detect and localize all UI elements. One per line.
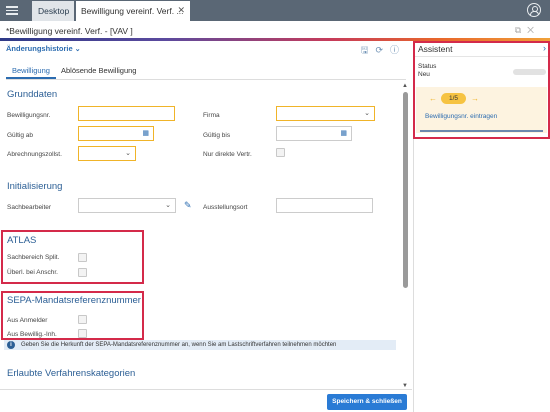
main-panel: Änderungshistorie ⌄ 🖫⟳ⓘ Bewilligung Ablös… [0, 41, 412, 412]
info-text: Geben Sie die Herkunft der SEPA-Mandatsr… [21, 341, 337, 348]
label-sachbearbeiter: Sachbearbeiter [7, 204, 52, 211]
aus-bewillig-checkbox[interactable] [78, 329, 87, 338]
label-ausstellungsort: Ausstellungsort [203, 204, 248, 211]
chevron-down-icon: ⌄ [125, 150, 131, 157]
user-account-icon[interactable] [527, 3, 541, 17]
edit-pencil-icon[interactable]: ✎ [184, 200, 192, 211]
aus-anmelder-checkbox[interactable] [78, 315, 87, 324]
firma-select[interactable]: ⌄ [276, 106, 375, 121]
label-gueltig-ab: Gültig ab [7, 132, 34, 139]
tab-label: Desktop [38, 6, 70, 16]
info-bar: i Geben Sie die Herkunft der SEPA-Mandat… [4, 340, 396, 350]
label-bewilligungsnr: Bewilligungsnr. [7, 112, 51, 119]
tab-bewilligung[interactable]: Bewilligung vereinf. Verf. ... ✕ [76, 1, 190, 21]
bewilligungsnr-input[interactable] [78, 106, 175, 121]
label-sachbereich: Sachbereich Split. [7, 254, 60, 261]
tab-divider [6, 79, 406, 80]
label-firma: Firma [203, 112, 220, 119]
history-label: Änderungshistorie [6, 44, 73, 53]
save-and-close-button[interactable]: Speichern & schließen [327, 394, 407, 410]
section-atlas: ATLAS [7, 235, 37, 246]
tab-label: Bewilligung vereinf. Verf. ... [81, 6, 184, 16]
toolbar-icons: 🖫⟳ⓘ [361, 43, 406, 59]
close-icon[interactable]: ✕ [177, 5, 185, 16]
section-grunddaten: Grunddaten [7, 89, 58, 100]
tab-bewilligung-form[interactable]: Bewilligung [12, 66, 50, 75]
footer-divider [0, 389, 412, 390]
chevron-down-icon: ⌄ [364, 110, 370, 117]
scrollbar-thumb[interactable] [403, 92, 408, 288]
ueberl-checkbox[interactable] [78, 268, 87, 277]
section-initialisierung: Initialisierung [7, 181, 63, 192]
highlight-assistant [413, 41, 550, 139]
sachbearbeiter-select[interactable]: ⌄ [78, 198, 176, 213]
calendar-icon[interactable]: ▦ [142, 129, 149, 137]
refresh-icon[interactable]: ⟳ [375, 45, 390, 55]
close-window-icon[interactable]: ✕ [527, 25, 540, 35]
label-abrechnungszollst: Abrechnungszollst. [7, 151, 62, 158]
gueltig-ab-input[interactable]: ▦ [78, 126, 154, 141]
abrechnungszollst-select[interactable]: ⌄ [78, 146, 136, 161]
label-ueberl: Überl. bei Anschr. [7, 269, 58, 276]
label-aus-anmelder: Aus Anmelder [7, 317, 48, 324]
hamburger-menu-icon[interactable] [5, 4, 19, 17]
info-icon: i [7, 341, 15, 349]
top-bar: Desktop Bewilligung vereinf. Verf. ... ✕ [0, 0, 550, 21]
nur-direkte-checkbox[interactable] [276, 148, 285, 157]
history-dropdown[interactable]: Änderungshistorie ⌄ [6, 44, 81, 53]
window-title: *Bewilligung vereinf. Verf. - [VAV ] [6, 26, 133, 36]
chevron-down-icon: ⌄ [74, 46, 81, 53]
scroll-up-icon[interactable]: ▲ [402, 83, 408, 89]
popout-icon[interactable]: ⧉ [515, 25, 527, 35]
tab-desktop[interactable]: Desktop [32, 1, 74, 21]
label-gueltig-bis: Gültig bis [203, 132, 231, 139]
label-nur-direkte: Nur direkte Vertr. [203, 151, 252, 158]
save-icon[interactable]: 🖫 [361, 45, 376, 55]
window-controls: ⧉✕ [515, 25, 540, 36]
label-aus-bewillig: Aus Bewillig.-Inh. [7, 331, 57, 338]
section-verfahrenskategorien: Erlaubte Verfahrenskategorien [7, 368, 136, 379]
calendar-icon[interactable]: ▦ [340, 129, 347, 137]
ausstellungsort-input[interactable] [276, 198, 373, 213]
tab-abloesende-bewilligung[interactable]: Ablösende Bewilligung [61, 66, 136, 75]
sachbereich-checkbox[interactable] [78, 253, 87, 262]
scrollbar[interactable]: ▲ ▼ [401, 83, 410, 389]
gueltig-bis-input[interactable]: ▦ [276, 126, 352, 141]
help-icon[interactable]: ⓘ [390, 45, 406, 55]
section-sepa: SEPA-Mandatsreferenznummer [7, 295, 141, 306]
chevron-down-icon: ⌄ [165, 202, 171, 209]
